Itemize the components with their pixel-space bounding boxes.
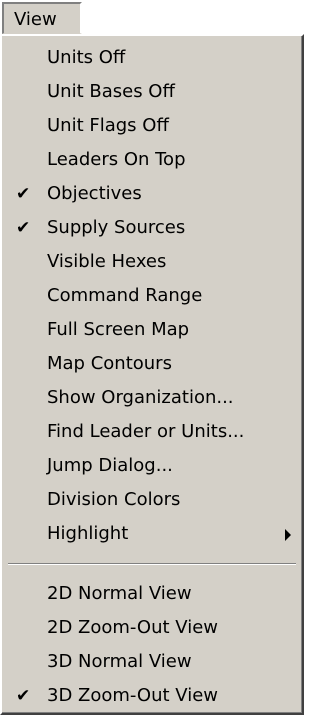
checkmark-icon: ✔ <box>16 686 31 706</box>
menu-item-units-off[interactable]: Units Off <box>4 41 301 75</box>
menu-item-2d-normal-view[interactable]: 2D Normal View <box>4 577 301 611</box>
checkmark-icon: ✔ <box>16 184 31 204</box>
menu-item-label: Division Colors <box>47 489 181 510</box>
view-menu-dropdown: Units Off Unit Bases Off Unit Flags Off … <box>0 34 304 715</box>
menu-item-objectives[interactable]: ✔ Objectives <box>4 177 301 211</box>
menu-item-3d-zoom-out-view[interactable]: ✔ 3D Zoom-Out View <box>4 679 301 713</box>
menu-item-label: Supply Sources <box>47 217 186 238</box>
submenu-arrow-icon <box>285 529 291 541</box>
menu-item-label: Unit Bases Off <box>47 81 175 102</box>
menu-item-leaders-on-top[interactable]: Leaders On Top <box>4 143 301 177</box>
menu-item-label: 2D Zoom-Out View <box>47 617 218 638</box>
menu-item-label: Unit Flags Off <box>47 115 169 136</box>
menu-item-map-contours[interactable]: Map Contours <box>4 347 301 381</box>
checkmark-icon: ✔ <box>16 218 31 238</box>
menu-item-label: Units Off <box>47 47 126 68</box>
menu-item-full-screen-map[interactable]: Full Screen Map <box>4 313 301 347</box>
menu-item-label: Find Leader or Units... <box>47 421 245 442</box>
menu-item-visible-hexes[interactable]: Visible Hexes <box>4 245 301 279</box>
menu-item-label: Highlight <box>47 523 129 544</box>
menu-item-command-range[interactable]: Command Range <box>4 279 301 313</box>
menu-item-supply-sources[interactable]: ✔ Supply Sources <box>4 211 301 245</box>
menu-item-jump-dialog[interactable]: Jump Dialog... <box>4 449 301 483</box>
menu-item-label: Visible Hexes <box>47 251 167 272</box>
menu-item-unit-flags-off[interactable]: Unit Flags Off <box>4 109 301 143</box>
menu-item-label: Map Contours <box>47 353 172 374</box>
menu-item-find-leader-or-units[interactable]: Find Leader or Units... <box>4 415 301 449</box>
menu-item-2d-zoom-out-view[interactable]: 2D Zoom-Out View <box>4 611 301 645</box>
menu-bar: View <box>0 0 304 38</box>
menu-item-label: 2D Normal View <box>47 583 192 604</box>
menu-item-label: Objectives <box>47 183 142 204</box>
menu-item-label: 3D Normal View <box>47 651 192 672</box>
menu-item-highlight[interactable]: Highlight <box>4 517 301 551</box>
menu-item-label: Command Range <box>47 285 203 306</box>
menu-item-3d-normal-view[interactable]: 3D Normal View <box>4 645 301 679</box>
menu-item-division-colors[interactable]: Division Colors <box>4 483 301 517</box>
view-menu-button[interactable]: View <box>2 2 82 34</box>
menu-separator <box>8 563 296 565</box>
menu-item-label: Full Screen Map <box>47 319 190 340</box>
menu-item-label: 3D Zoom-Out View <box>47 685 218 706</box>
menu-item-label: Jump Dialog... <box>47 455 173 476</box>
menu-item-label: Leaders On Top <box>47 149 186 170</box>
menu-item-label: Show Organization... <box>47 387 234 408</box>
menu-item-unit-bases-off[interactable]: Unit Bases Off <box>4 75 301 109</box>
menu-item-show-organization[interactable]: Show Organization... <box>4 381 301 415</box>
